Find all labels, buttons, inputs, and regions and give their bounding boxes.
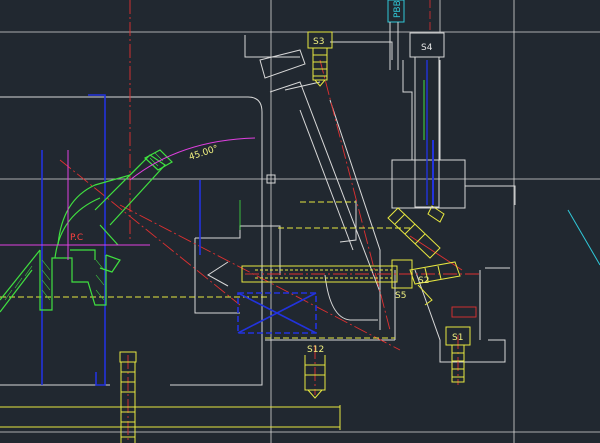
label-s12: S12 (307, 345, 324, 355)
cad-drawing-canvas[interactable]: S3 S4 S1 S2 S5 S12 P.C 45.00° PBB (0, 0, 600, 443)
label-side-tag: PBB (393, 0, 403, 18)
label-s5: S5 (395, 291, 406, 301)
label-s2: S2 (418, 276, 429, 286)
canvas-background (0, 0, 600, 443)
label-pc: P.C (70, 233, 83, 243)
label-s3: S3 (313, 37, 324, 47)
label-s4: S4 (421, 43, 433, 53)
label-s1: S1 (452, 333, 463, 343)
